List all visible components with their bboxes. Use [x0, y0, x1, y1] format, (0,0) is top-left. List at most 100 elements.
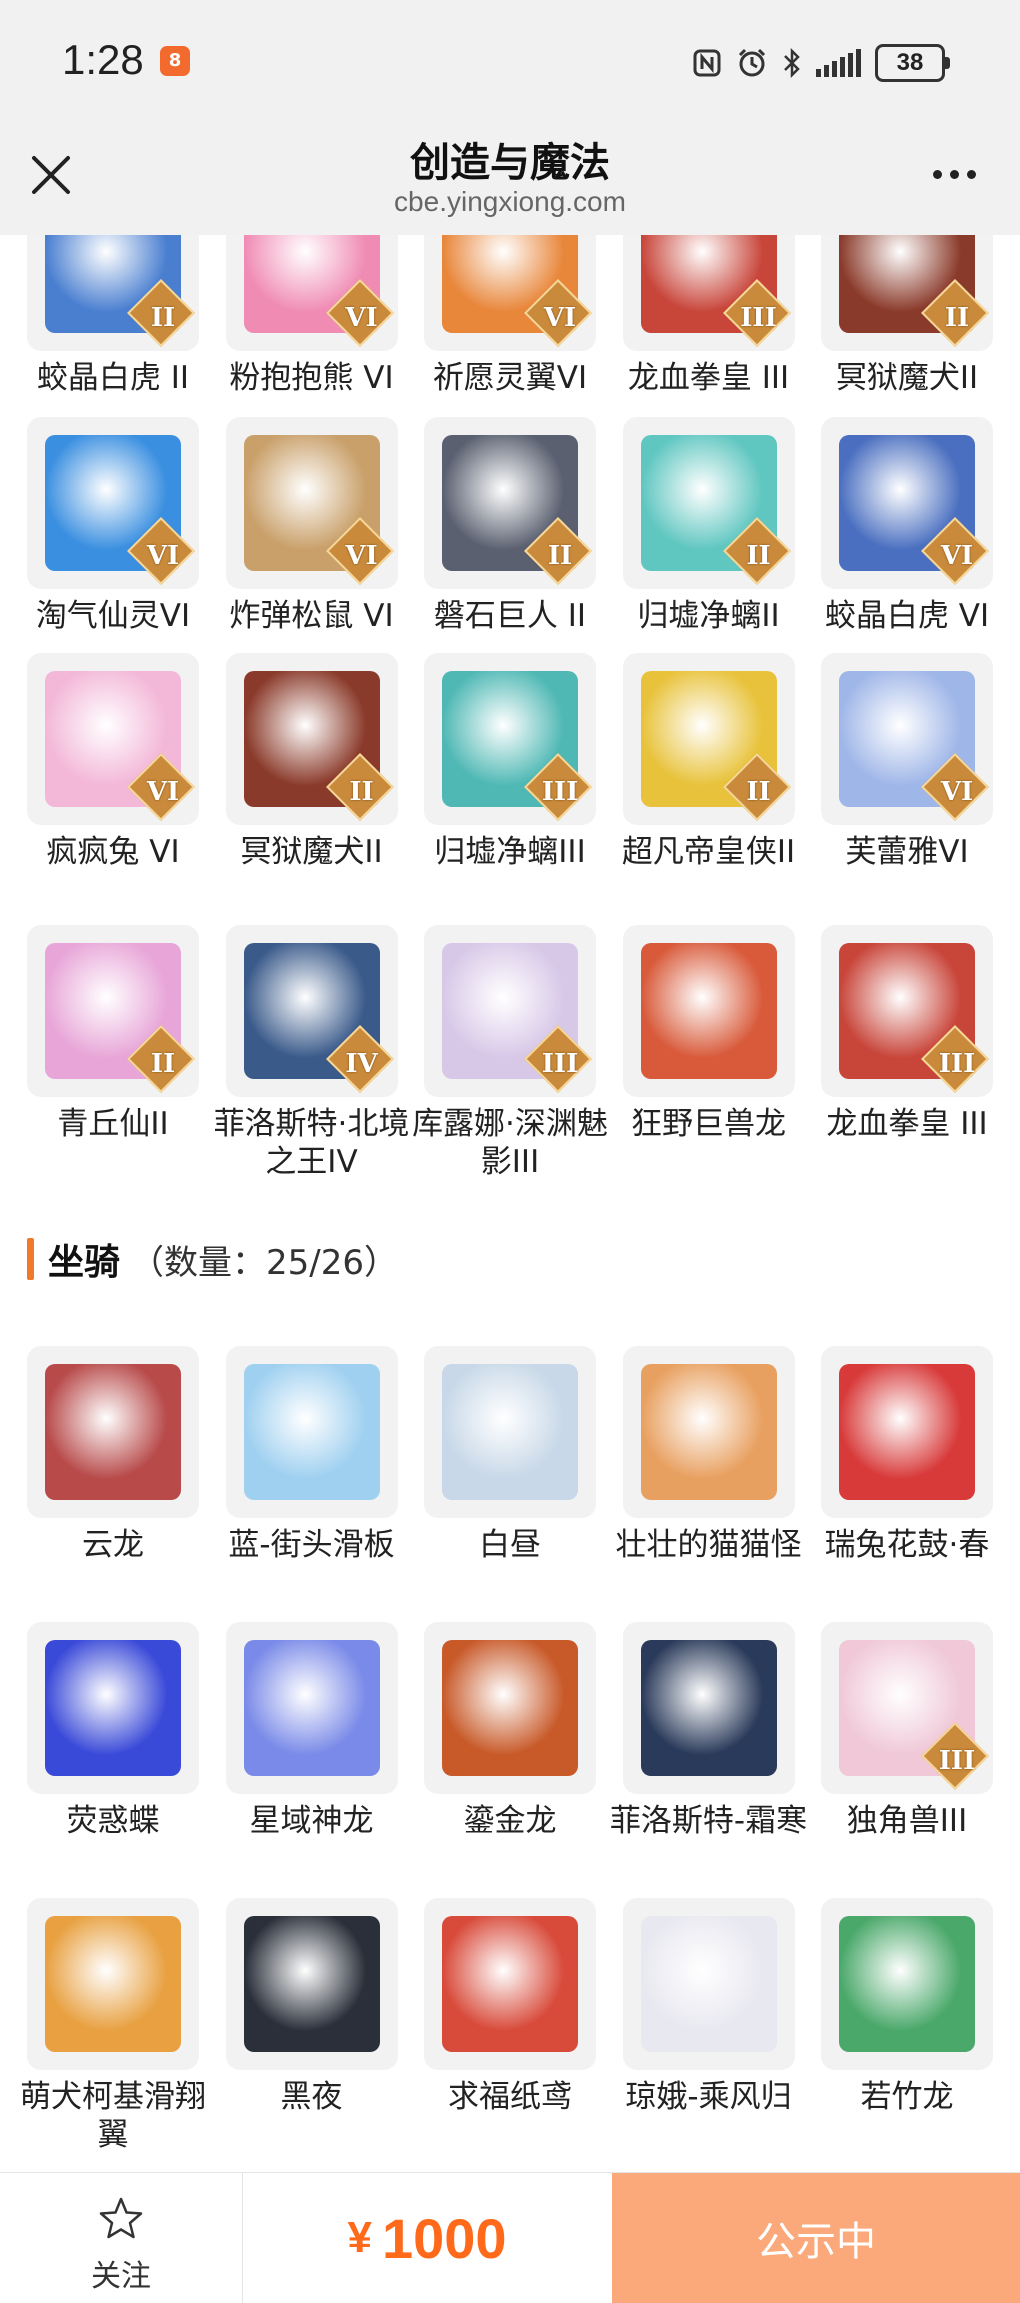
app-notification-icon: 8 [160, 46, 190, 76]
item-name: 祈愿灵翼VI [432, 360, 588, 396]
grade-label: III [740, 303, 777, 333]
grade-label: IV [345, 1049, 378, 1079]
star-icon [99, 2197, 143, 2239]
item-thumbnail: VI [27, 417, 199, 589]
item-thumbnail [424, 1622, 596, 1794]
grid-item[interactable]: VI 蛟晶白虎 VI [821, 417, 993, 635]
item-name: 芙蕾雅VI [845, 834, 969, 870]
item-name: 青丘仙II [57, 1106, 169, 1142]
alarm-icon [738, 48, 766, 77]
grid-item[interactable]: II 归墟净螭II [622, 417, 795, 635]
grid-item[interactable]: 星域神龙 [225, 1622, 398, 1840]
grid-item[interactable]: III 独角兽III [821, 1622, 993, 1840]
grid-item[interactable]: 壮壮的猫猫怪 [616, 1346, 802, 1564]
content-area[interactable]: II 蛟晶白虎 II VI 粉抱抱熊 VI VI 祈愿灵翼VI III 龙血拳皇 III II 冥… [0, 235, 1020, 2172]
item-thumbnail [225, 1622, 398, 1794]
grid-item[interactable]: 狂野巨兽龙 [622, 925, 795, 1143]
item-thumbnail: IV [225, 925, 398, 1097]
grid-item[interactable]: II 蛟晶白虎 II [27, 235, 199, 397]
item-name: 粉抱抱熊 VI [229, 360, 394, 396]
price-display: ¥ 1000 [242, 2173, 612, 2303]
grade-label: II [547, 541, 573, 571]
item-image [45, 1916, 181, 2052]
grade-label: II [349, 777, 374, 807]
grid-item[interactable]: 荧惑蝶 [27, 1622, 199, 1840]
status-icons: 38 [692, 44, 950, 82]
grid-item[interactable]: 菲洛斯特-霜寒 [610, 1622, 807, 1840]
grid-item[interactable]: III 库露娜·深渊魅影III [412, 925, 608, 1181]
grid-item[interactable]: III 龙血拳皇 III [821, 925, 993, 1143]
item-name: 白昼 [479, 1527, 541, 1563]
grid-item[interactable]: 求福纸鸢 [424, 1898, 596, 2116]
item-thumbnail [424, 1346, 596, 1518]
item-thumbnail [27, 1622, 199, 1794]
item-name: 独角兽III [846, 1803, 968, 1839]
grid-item[interactable]: VI 疯疯兔 VI [27, 653, 199, 871]
item-name: 云龙 [82, 1527, 144, 1563]
item-thumbnail: III [821, 925, 993, 1097]
item-name: 狂野巨兽龙 [631, 1106, 786, 1142]
item-name: 菲洛斯特·北境之王IV [213, 1106, 410, 1180]
item-name: 龙血拳皇 III [627, 360, 790, 396]
grade-label: III [938, 1049, 976, 1079]
grid-item[interactable]: II 冥狱魔犬II [821, 235, 993, 397]
grid-item[interactable]: VI 祈愿灵翼VI [424, 235, 596, 397]
item-image [243, 1640, 380, 1776]
item-name: 瑞兔花鼓·春 [824, 1527, 990, 1563]
grade-label: VI [940, 541, 974, 571]
grid-item[interactable]: IV 菲洛斯特·北境之王IV [214, 925, 409, 1181]
item-thumbnail [225, 1346, 398, 1518]
grid-item[interactable]: 鎏金龙 [424, 1622, 596, 1840]
item-thumbnail: VI [424, 235, 596, 351]
page-header: 创造与魔法 cbe.yingxiong.com [0, 130, 1020, 235]
item-name: 萌犬柯基滑翔翼 [20, 2079, 206, 2153]
item-thumbnail: VI [27, 653, 199, 825]
grid-item[interactable]: III 归墟净螭III [424, 653, 596, 871]
price-value: 1000 [381, 2206, 507, 2270]
grid-item[interactable]: 若竹龙 [821, 1898, 993, 2116]
status-bar: 1:28 8 38 [0, 0, 1020, 130]
grid-item[interactable]: 蓝-街头滑板 [225, 1346, 398, 1564]
item-name: 淘气仙灵VI [35, 598, 191, 634]
section-count: （数量：25/26） [130, 1242, 398, 1283]
grid-item[interactable]: III 龙血拳皇 III [622, 235, 795, 397]
grade-label: VI [543, 303, 577, 333]
item-image [442, 1364, 578, 1500]
grid-item[interactable]: 黑夜 [225, 1898, 398, 2116]
grade-label: II [150, 303, 176, 333]
item-image [243, 1364, 380, 1500]
grid-item[interactable]: 瑞兔花鼓·春 [821, 1346, 993, 1564]
item-thumbnail: VI [821, 653, 993, 825]
grid-item[interactable]: VI 炸弹松鼠 VI [225, 417, 398, 635]
grid-item[interactable]: 萌犬柯基滑翔翼 [20, 1898, 206, 2154]
grid-item[interactable]: VI 淘气仙灵VI [27, 417, 199, 635]
item-thumbnail: III [821, 1622, 993, 1794]
public-status-button[interactable]: 公示中 [612, 2173, 1020, 2303]
more-options-icon[interactable] [933, 170, 976, 179]
grade-label: II [746, 777, 771, 807]
grade-label: VI [345, 541, 378, 571]
grid-item[interactable]: 琼娥-乘风归 [622, 1898, 795, 2116]
grid-item[interactable]: II 冥狱魔犬II [225, 653, 398, 871]
grid-item[interactable]: II 磐石巨人 II [424, 417, 596, 635]
item-image [640, 1364, 777, 1500]
grid-item[interactable]: II 超凡帝皇侠II [622, 653, 795, 871]
section-label: 坐骑 [48, 1242, 121, 1283]
grid-item[interactable]: 云龙 [27, 1346, 199, 1564]
grid-item[interactable]: II 青丘仙II [27, 925, 199, 1143]
grid-item[interactable]: VI 粉抱抱熊 VI [225, 235, 398, 397]
item-thumbnail: VI [225, 417, 398, 589]
grid-item[interactable]: 白昼 [424, 1346, 596, 1564]
item-thumbnail: II [622, 417, 795, 589]
follow-button[interactable]: 关注 [0, 2173, 243, 2303]
grade-label: III [541, 777, 579, 807]
grid-item[interactable]: VI 芙蕾雅VI [821, 653, 993, 871]
item-thumbnail: II [27, 235, 199, 351]
item-thumbnail [821, 1346, 993, 1518]
page-url: cbe.yingxiong.com [394, 186, 626, 217]
item-name: 蓝-街头滑板 [228, 1527, 395, 1563]
item-name: 荧惑蝶 [66, 1803, 160, 1839]
item-name: 若竹龙 [860, 2079, 954, 2115]
item-name: 黑夜 [280, 2079, 343, 2115]
item-thumbnail: II [27, 925, 199, 1097]
